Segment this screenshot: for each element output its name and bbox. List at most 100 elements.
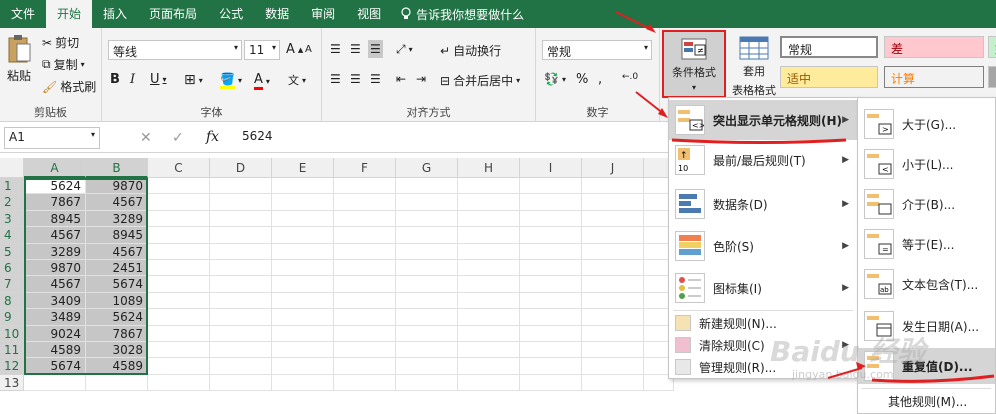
tab-page-layout[interactable]: 页面布局 xyxy=(138,0,208,28)
align-left-button[interactable]: ☰ xyxy=(330,72,341,86)
grid-cell[interactable] xyxy=(272,243,334,260)
grid-cell[interactable] xyxy=(148,194,210,211)
submenu-more-rules[interactable]: 其他规则(M)... xyxy=(858,390,995,412)
grid-cell[interactable]: 3489 xyxy=(24,309,86,326)
grid-cell[interactable] xyxy=(520,342,582,359)
grid-cell[interactable]: 5674 xyxy=(86,276,148,293)
align-bottom-button[interactable]: ☰ xyxy=(368,40,383,58)
grid-cell[interactable] xyxy=(520,276,582,293)
font-color-button[interactable]: A ▾ xyxy=(254,72,270,90)
grid-cell[interactable] xyxy=(396,210,458,228)
align-middle-button[interactable]: ☰ xyxy=(350,42,361,56)
grid-cell[interactable] xyxy=(210,260,272,277)
increase-indent-button[interactable]: ⇥ xyxy=(416,72,426,86)
grid-cell[interactable]: 9870 xyxy=(86,178,148,195)
grid-cell[interactable]: 4567 xyxy=(86,194,148,211)
grid-cell[interactable] xyxy=(334,325,396,342)
row-header[interactable]: 13 xyxy=(0,374,24,392)
grid-cell[interactable] xyxy=(582,276,644,293)
grid-cell[interactable]: 4589 xyxy=(86,358,148,375)
grid-cell[interactable] xyxy=(396,178,458,195)
grid-cell[interactable]: 5674 xyxy=(24,358,86,375)
menu-data-bars[interactable]: 数据条(D) ▶ xyxy=(669,184,857,224)
grid-cell[interactable] xyxy=(458,276,520,293)
grid-cell[interactable] xyxy=(458,292,520,310)
grid-cell[interactable] xyxy=(210,276,272,293)
submenu-between[interactable]: 介于(B)... xyxy=(858,184,995,224)
grid-cell[interactable] xyxy=(272,309,334,326)
grid-cell[interactable] xyxy=(272,325,334,342)
grid-cell[interactable] xyxy=(148,374,210,392)
grid-cell[interactable] xyxy=(582,227,644,244)
conditional-format-button[interactable]: ≠ 条件格式 ▾ xyxy=(662,30,726,98)
column-header-j[interactable]: J xyxy=(582,158,644,178)
grid-cell[interactable] xyxy=(582,210,644,228)
align-top-button[interactable]: ☰ xyxy=(330,42,341,56)
row-header[interactable]: 2 xyxy=(0,194,24,211)
grid-cell[interactable] xyxy=(582,358,644,375)
row-header[interactable]: 8 xyxy=(0,292,24,310)
grid-cell[interactable]: 3028 xyxy=(86,342,148,359)
grid-cell[interactable] xyxy=(272,210,334,228)
grid-cell[interactable] xyxy=(458,325,520,342)
row-header[interactable]: 7 xyxy=(0,276,24,293)
grid-cell[interactable] xyxy=(458,194,520,211)
submenu-less-than[interactable]: < 小于(L)... xyxy=(858,144,995,184)
row-header[interactable]: 10 xyxy=(0,325,24,342)
grid-cell[interactable] xyxy=(334,210,396,228)
grid-cell[interactable] xyxy=(148,276,210,293)
tell-me-box[interactable]: 告诉我你想要做什么 xyxy=(392,6,524,23)
tab-data[interactable]: 数据 xyxy=(254,0,300,28)
grid-cell[interactable]: 9024 xyxy=(24,325,86,342)
grid-cell[interactable] xyxy=(520,227,582,244)
grid-cell[interactable] xyxy=(148,325,210,342)
merge-center-button[interactable]: ⊟ 合并后居中 ▾ xyxy=(440,72,520,89)
percent-button[interactable]: % xyxy=(576,72,588,87)
grid-cell[interactable] xyxy=(396,342,458,359)
insert-function-button[interactable]: fx xyxy=(206,129,219,145)
grid-cell[interactable]: 4567 xyxy=(24,276,86,293)
grid-cell[interactable] xyxy=(210,309,272,326)
grid-cell[interactable] xyxy=(458,227,520,244)
grid-cell[interactable] xyxy=(334,292,396,310)
grid-cell[interactable] xyxy=(148,178,210,195)
row-header[interactable]: 5 xyxy=(0,243,24,260)
grid-cell[interactable] xyxy=(582,325,644,342)
grid-cell[interactable]: 3409 xyxy=(24,292,86,310)
grid-cell[interactable] xyxy=(210,178,272,195)
grid-cell[interactable] xyxy=(334,309,396,326)
grid-cell[interactable] xyxy=(210,227,272,244)
grid-cell[interactable] xyxy=(334,178,396,195)
align-right-button[interactable]: ☰ xyxy=(370,72,381,86)
shrink-font-button[interactable]: A xyxy=(305,44,312,55)
tab-insert[interactable]: 插入 xyxy=(92,0,138,28)
menu-top-bottom-rules[interactable]: ↑ 10 最前/最后规则(T) ▶ xyxy=(669,140,857,180)
grid-cell[interactable]: 4567 xyxy=(24,227,86,244)
grid-cell[interactable] xyxy=(520,374,582,392)
grid-cell[interactable] xyxy=(334,342,396,359)
fill-color-button[interactable]: 🪣 ▾ xyxy=(220,72,242,89)
row-header[interactable]: 3 xyxy=(0,210,24,228)
grid-cell[interactable] xyxy=(210,243,272,260)
grid-cell[interactable] xyxy=(458,260,520,277)
tab-review[interactable]: 审阅 xyxy=(300,0,346,28)
grid-cell[interactable] xyxy=(210,374,272,392)
column-header-d[interactable]: D xyxy=(210,158,272,178)
grid-cell[interactable] xyxy=(396,243,458,260)
grid-cell[interactable] xyxy=(520,325,582,342)
grid-cell[interactable]: 1089 xyxy=(86,292,148,310)
grid-cell[interactable] xyxy=(272,358,334,375)
grid-cell[interactable] xyxy=(582,309,644,326)
grid-cell[interactable] xyxy=(334,194,396,211)
grid-cell[interactable] xyxy=(520,194,582,211)
menu-highlight-rules[interactable]: <> 突出显示单元格规则(H) ▶ xyxy=(669,100,857,140)
grid-cell[interactable] xyxy=(458,210,520,228)
menu-color-scales[interactable]: 色阶(S) ▶ xyxy=(669,226,857,266)
format-painter-button[interactable]: 🖌 格式刷 xyxy=(42,78,96,95)
grid-cell[interactable] xyxy=(396,309,458,326)
grid-cell[interactable] xyxy=(582,260,644,277)
grid-cell[interactable] xyxy=(396,276,458,293)
column-header-g[interactable]: G xyxy=(396,158,458,178)
grid-cell[interactable] xyxy=(334,276,396,293)
wrap-text-button[interactable]: ↵ 自动换行 xyxy=(440,42,501,59)
